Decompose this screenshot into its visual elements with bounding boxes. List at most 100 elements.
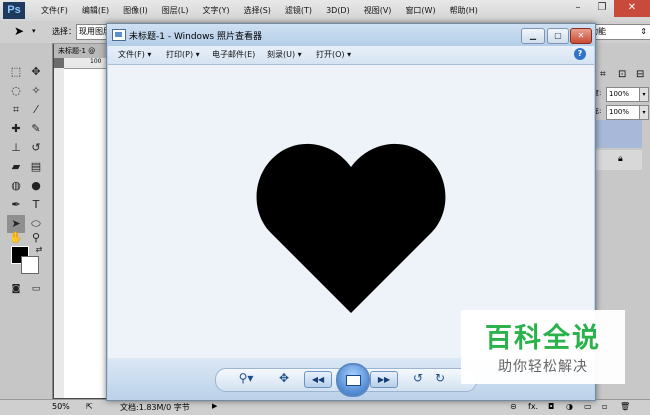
menu-burn[interactable]: 刻录(U) ▾ [267, 49, 302, 60]
adjustment-icon[interactable]: ◑ [566, 402, 573, 411]
restore-icon[interactable]: ❐ [590, 0, 614, 17]
brush-tool-icon[interactable]: ✎ [27, 120, 45, 138]
window-title: 未标题-1 - Windows 照片查看器 [129, 32, 262, 42]
tool-panel: ⬚ ✥ ◌ ✧ ⌗ ⁄ ✚ ✎ ⊥ ↺ ▰ ▤ ◍ ● ✒ T ➤ ⬭ ✋ ⚲ … [0, 43, 53, 399]
menu-file[interactable]: 文件(F) ▾ [118, 49, 151, 60]
status-bar: 50% ⇱ 文档:1.83M/0 字节 ▶ ⊝ fx. ◘ ◑ ▭ ▫ 🗑︎ [0, 399, 650, 415]
rotate-clockwise-icon[interactable]: ↻ [432, 368, 448, 388]
photoshop-menu: 文件(F) 编辑(E) 图像(I) 图层(L) 文字(Y) 选择(S) 滤镜(T… [34, 0, 485, 21]
document-tab[interactable]: 未标题-1 @ [54, 44, 110, 58]
blur-tool-icon[interactable]: ◍ [7, 177, 25, 195]
previous-button[interactable]: ◀◀ [304, 371, 332, 388]
move-tool-icon[interactable]: ✥ [27, 63, 45, 81]
chevron-updown-icon: ⇕ [640, 27, 647, 36]
export-icon[interactable]: ⇱ [86, 402, 93, 411]
help-icon[interactable]: ? [574, 48, 586, 60]
magic-wand-icon[interactable]: ✧ [27, 82, 45, 100]
close-icon[interactable]: ✕ [570, 28, 592, 44]
healing-brush-icon[interactable]: ✚ [7, 120, 25, 138]
eyedropper-icon[interactable]: ⁄ [27, 101, 45, 119]
heart-image [256, 143, 446, 313]
menu-edit[interactable]: 编辑(E) [75, 0, 116, 21]
panel-options-icon[interactable]: ⊟ [636, 69, 644, 80]
slideshow-button[interactable] [336, 363, 370, 397]
eraser-tool-icon[interactable]: ▰ [7, 158, 25, 176]
auto-select-label: 选择： [52, 27, 76, 36]
menu-open-label: 打开(O) [316, 50, 345, 59]
actual-size-icon[interactable]: ✥ [274, 368, 294, 388]
zoom-magnifier-icon[interactable]: ⚲▾ [232, 368, 260, 388]
folder-icon[interactable]: ▭ [584, 402, 592, 411]
quick-mask-icon[interactable]: ◙ [7, 280, 25, 298]
menu-help[interactable]: 帮助(H) [443, 0, 485, 21]
menu-burn-label: 刻录(U) [267, 50, 296, 59]
menu-type[interactable]: 文字(Y) [195, 0, 236, 21]
watermark: 百科全说 助你轻松解决 [461, 310, 625, 384]
photo-viewer-app-icon [112, 29, 126, 41]
menu-email-label: 电子邮件(E) [212, 50, 256, 59]
photo-viewer-menubar: 文件(F) ▾ 打印(P) ▾ 电子邮件(E) 刻录(U) ▾ 打开(O) ▾ … [108, 46, 594, 65]
clone-stamp-icon[interactable]: ⊥ [7, 139, 25, 157]
arrow-right-icon[interactable]: ▶ [212, 402, 217, 410]
dodge-tool-icon[interactable]: ● [27, 177, 45, 195]
ruler-horizontal: 100 [64, 58, 106, 69]
menu-open[interactable]: 打开(O) ▾ [316, 49, 351, 60]
pen-tool-icon[interactable]: ✒ [7, 196, 25, 214]
fx-icon[interactable]: fx. [528, 402, 538, 411]
fill-dropdown-icon[interactable]: ▾ [639, 105, 649, 120]
type-tool-icon[interactable]: T [27, 196, 45, 214]
watermark-title: 百科全说 [485, 323, 601, 354]
heart-shape [256, 143, 446, 313]
lasso-tool-icon[interactable]: ◌ [7, 82, 25, 100]
history-brush-icon[interactable]: ↺ [27, 139, 45, 157]
menu-3d[interactable]: 3D(D) [319, 0, 357, 21]
minimize-icon[interactable]: ▁ [521, 28, 545, 44]
lock-icon: 🔒︎ [618, 154, 623, 164]
menu-view[interactable]: 视图(V) [357, 0, 399, 21]
canvas[interactable] [64, 69, 106, 398]
swap-colors-icon[interactable]: ⇄ [30, 241, 48, 259]
hand-tool-icon[interactable]: ✋ [7, 229, 25, 247]
mask-icon[interactable]: ◘ [548, 402, 554, 411]
layer-lock-icon[interactable]: ⌗ [600, 69, 606, 80]
photoshop-menubar: Ps 文件(F) 编辑(E) 图像(I) 图层(L) 文字(Y) 选择(S) 滤… [0, 0, 650, 22]
menu-file-label: 文件(F) [118, 50, 145, 59]
maximize-icon[interactable]: ▢ [547, 28, 569, 44]
new-layer-icon[interactable]: ▫ [602, 402, 607, 411]
chevron-down-icon[interactable]: ▾ [32, 27, 36, 35]
fill-field[interactable]: 100% [606, 105, 640, 120]
zoom-level[interactable]: 50% [52, 402, 70, 411]
menu-file[interactable]: 文件(F) [34, 0, 75, 21]
opacity-dropdown-icon[interactable]: ▾ [639, 87, 649, 102]
close-icon[interactable]: ✕ [614, 0, 650, 17]
menu-print-label: 打印(P) [166, 50, 194, 59]
menu-window[interactable]: 窗口(W) [398, 0, 442, 21]
gradient-tool-icon[interactable]: ▤ [27, 158, 45, 176]
photoshop-window-controls: – ❐ ✕ [566, 0, 650, 17]
link-layers-icon[interactable]: ⊡ [618, 69, 626, 80]
menu-filter[interactable]: 滤镜(T) [278, 0, 319, 21]
menu-select[interactable]: 选择(S) [237, 0, 278, 21]
marquee-tool-icon[interactable]: ⬚ [7, 63, 25, 81]
layer-background[interactable]: 🔒︎ [592, 150, 642, 170]
photo-viewer-titlebar[interactable]: 未标题-1 - Windows 照片查看器 ▁ ▢ ✕ [107, 24, 595, 46]
link-icon[interactable]: ⊝ [510, 402, 517, 411]
panel-icons-row: ⌗ ⊡ ⊟ [592, 67, 650, 87]
rotate-counterclockwise-icon[interactable]: ↺ [410, 368, 426, 388]
ruler-mark: 100 [90, 58, 102, 65]
minimize-icon[interactable]: – [566, 0, 590, 17]
menu-print[interactable]: 打印(P) ▾ [166, 49, 200, 60]
next-button[interactable]: ▶▶ [370, 371, 398, 388]
document-info: 文档:1.83M/0 字节 [120, 403, 190, 412]
trash-icon[interactable]: 🗑︎ [620, 402, 630, 411]
opacity-field[interactable]: 100% [606, 87, 640, 102]
menu-layer[interactable]: 图层(L) [155, 0, 196, 21]
screen-mode-icon[interactable]: ▭ [27, 280, 45, 298]
layer-selected[interactable] [592, 120, 642, 148]
crop-tool-icon[interactable]: ⌗ [7, 101, 25, 119]
watermark-subtitle: 助你轻松解决 [498, 359, 588, 375]
move-tool-icon[interactable]: ➤ [14, 24, 24, 38]
opacity-row: 度: 100% ▾ [592, 85, 650, 105]
menu-image[interactable]: 图像(I) [116, 0, 155, 21]
menu-email[interactable]: 电子邮件(E) [212, 49, 255, 60]
